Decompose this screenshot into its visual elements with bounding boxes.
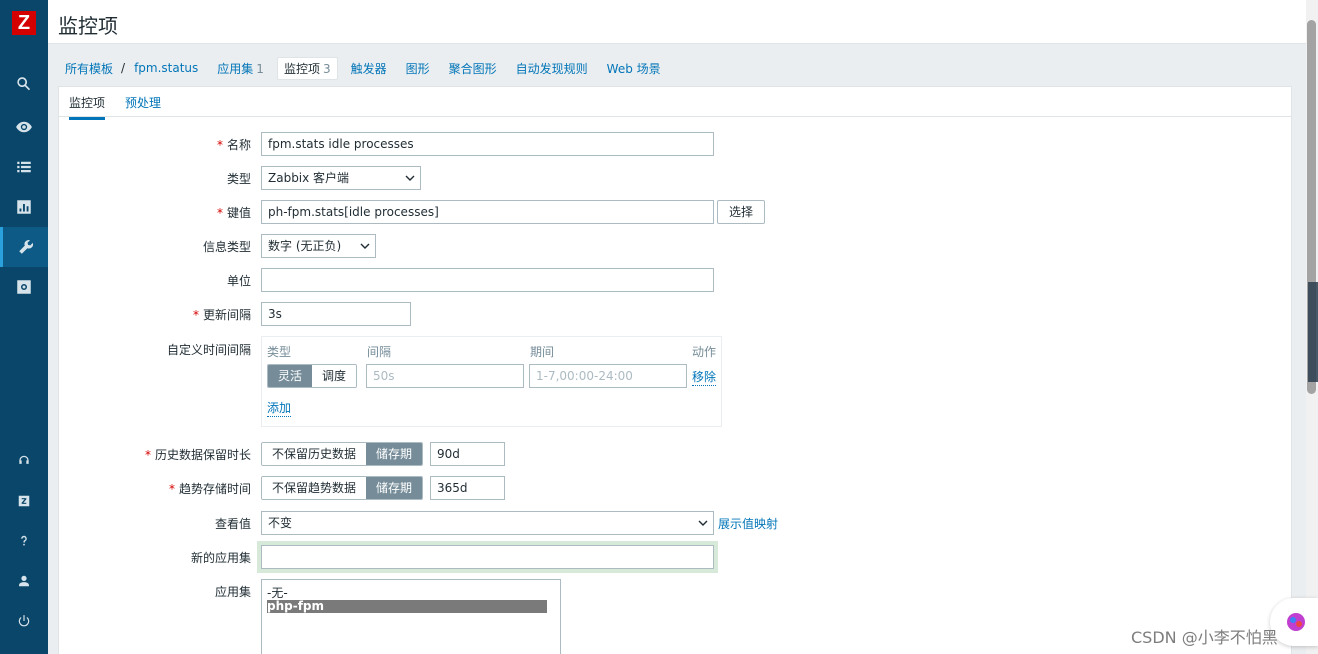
page-header: 监控项 [48,0,1306,44]
nav-discovery[interactable]: 自动发现规则 [516,60,588,77]
page-title: 监控项 [58,14,118,38]
scheduling-option[interactable]: 调度 [312,365,357,387]
add-interval-link[interactable]: 添加 [267,399,292,417]
key-label-text: 键值 [226,206,251,220]
chevron-down-icon [698,520,708,526]
history-storage-option[interactable]: 储存期 [366,443,423,465]
nav-web[interactable]: Web 场景 [607,60,661,77]
custom-col-action: 动作 [692,345,717,359]
new-app-label: 新的应用集 [190,551,251,565]
name-input[interactable]: fpm.stats idle processes [261,132,714,156]
show-value-select-value: 不变 [268,516,293,530]
units-input[interactable] [261,268,714,292]
trends-label: * 趋势存储时间 [168,482,251,496]
custom-interval-input[interactable]: 50s [366,364,524,388]
custom-interval-label: 自定义时间间隔 [166,343,251,357]
app-option-php-fpm[interactable]: php-fpm [267,600,547,613]
type-select[interactable]: Zabbix 客户端 [261,166,421,190]
side-float-widget[interactable] [1308,282,1318,382]
form-tabs: 监控项 预处理 [59,87,1291,120]
trends-label-text: 趋势存储时间 [178,482,251,496]
user-icon[interactable] [0,561,48,601]
chevron-down-icon [360,243,370,249]
headset-icon[interactable] [0,441,48,481]
watermark: CSDN @小李不怕黑 [1131,628,1278,647]
apps-label: 应用集 [214,585,251,599]
show-value-select[interactable]: 不变 [261,511,714,535]
remove-interval-link[interactable]: 移除 [692,368,717,386]
power-icon[interactable] [0,601,48,641]
wrench-icon[interactable] [0,227,48,267]
tab-item[interactable]: 监控项 [69,94,106,120]
nav-template[interactable]: fpm.status [134,61,198,75]
trends-input[interactable]: 365d [430,476,505,500]
nav-items-count: 3 [322,61,331,76]
sidebar: Z [0,0,48,654]
history-input[interactable]: 90d [430,442,505,466]
breadcrumb: 所有模板 / fpm.status 应用集 1 监控项 3 触发器 图形 聚合图形 … [58,56,680,80]
trends-no-keep-option[interactable]: 不保留趋势数据 [262,477,367,499]
info-type-select-value: 数字 (无正负) [268,239,342,253]
trends-storage-option[interactable]: 储存期 [366,477,423,499]
breadcrumb-separator: / [121,61,126,75]
units-label: 单位 [226,274,251,288]
nav-screens[interactable]: 聚合图形 [449,60,497,77]
apps-listbox[interactable]: -无- php-fpm [261,579,561,654]
flexible-option[interactable]: 灵活 [268,365,313,387]
nav-graphs[interactable]: 图形 [406,60,430,77]
interval-label-text: 更新间隔 [202,308,251,322]
tab-preprocessing[interactable]: 预处理 [125,94,161,111]
info-type-select[interactable]: 数字 (无正负) [261,234,376,258]
trends-mode-toggle: 不保留趋势数据 储存期 [261,476,424,500]
custom-col-type: 类型 [267,345,292,359]
assistant-brain-icon [1287,613,1305,631]
value-mapping-link[interactable]: 展示值映射 [718,515,778,532]
key-input[interactable]: ph-fpm.stats[idle processes] [261,200,714,224]
custom-type-toggle: 灵活 调度 [267,364,358,388]
new-app-input[interactable] [261,545,714,569]
custom-col-interval: 间隔 [367,345,392,359]
gear-icon[interactable] [0,267,48,307]
chart-icon[interactable] [0,187,48,227]
list-icon[interactable] [0,147,48,187]
search-icon[interactable] [0,64,48,104]
nav-triggers[interactable]: 触发器 [351,60,387,77]
history-no-keep-option[interactable]: 不保留历史数据 [262,443,367,465]
history-label-text: 历史数据保留时长 [154,448,251,462]
select-key-button[interactable]: 选择 [717,200,765,224]
history-label: * 历史数据保留时长 [144,448,251,462]
nav-all-templates[interactable]: 所有模板 [65,60,113,77]
zabbix-logo[interactable]: Z [12,11,36,35]
nav-items[interactable]: 监控项 3 [276,56,338,80]
interval-label: * 更新间隔 [192,308,251,322]
zabbix-share-icon[interactable] [0,481,48,521]
name-label-text: 名称 [226,138,251,152]
interval-input[interactable]: 3s [261,302,411,326]
custom-period-input[interactable]: 1-7,00:00-24:00 [529,364,687,388]
nav-applications[interactable]: 应用集 1 [217,60,264,77]
show-value-label: 查看值 [214,517,251,531]
key-label: * 键值 [216,206,251,220]
type-label: 类型 [226,172,251,186]
history-mode-toggle: 不保留历史数据 储存期 [261,442,424,466]
help-icon[interactable] [0,521,48,561]
nav-items-label: 监控项 [283,61,320,76]
nav-applications-label: 应用集 [217,61,254,76]
custom-col-period: 期间 [530,345,555,359]
info-type-label: 信息类型 [202,240,251,254]
name-label: * 名称 [216,138,251,152]
chevron-down-icon [405,175,415,181]
eye-icon[interactable] [0,107,48,147]
type-select-value: Zabbix 客户端 [268,171,350,185]
nav-applications-count: 1 [256,61,264,76]
